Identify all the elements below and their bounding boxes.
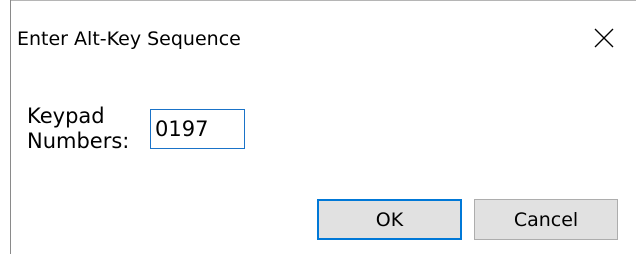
ok-button[interactable]: OK — [317, 199, 462, 240]
close-button[interactable] — [578, 14, 630, 62]
label-line-numbers: Numbers: — [27, 129, 130, 153]
cancel-button[interactable]: Cancel — [474, 199, 618, 240]
keypad-numbers-label: Keypad Numbers: — [27, 104, 129, 154]
dialog-title: Enter Alt-Key Sequence — [17, 28, 241, 50]
dialog-left-border — [10, 0, 11, 254]
close-icon — [594, 28, 614, 48]
dialog-top-border — [10, 0, 636, 1]
label-line-keypad: Keypad — [27, 104, 105, 128]
alt-key-dialog: Enter Alt-Key Sequence Keypad Numbers: O… — [0, 0, 636, 254]
keypad-numbers-input[interactable] — [150, 109, 245, 149]
